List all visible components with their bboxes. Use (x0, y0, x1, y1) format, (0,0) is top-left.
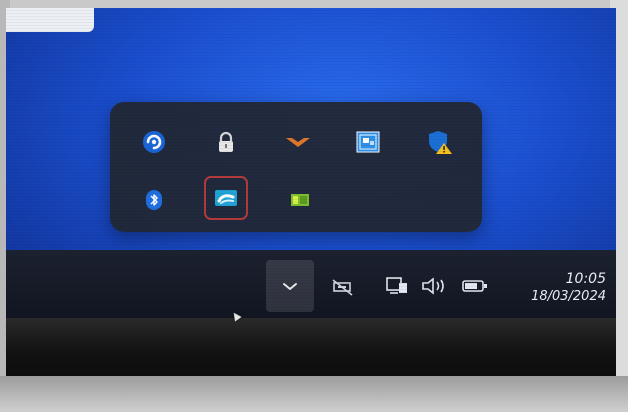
remote-desktop-icon[interactable] (204, 176, 248, 220)
photo-frame: 10:05 18/03/2024 (0, 0, 628, 412)
lock-icon[interactable] (208, 124, 244, 160)
clock-date: 18/03/2024 (531, 289, 606, 304)
clock-time: 10:05 (565, 271, 606, 287)
volume-icon[interactable] (418, 274, 450, 298)
monitor-bezel (6, 318, 616, 380)
desk-surface (0, 376, 628, 412)
battery-icon[interactable] (460, 276, 490, 296)
security-warning-shield-icon[interactable] (422, 124, 458, 160)
network-disconnected-icon[interactable] (330, 276, 356, 298)
graphics-card-icon[interactable] (282, 182, 318, 218)
ethernet-icon[interactable] (384, 274, 410, 298)
chevron-up-icon (281, 277, 299, 296)
corner-window (6, 8, 94, 32)
cloud-sync-icon[interactable] (136, 124, 172, 160)
display-settings-icon[interactable] (350, 124, 386, 160)
bluetooth-icon[interactable] (136, 182, 172, 218)
tray-overflow-flyout (110, 102, 482, 232)
taskbar: 10:05 18/03/2024 (6, 250, 616, 320)
taskbar-clock[interactable]: 10:05 18/03/2024 (531, 270, 606, 306)
show-hidden-icons-button[interactable] (266, 260, 314, 312)
wings-logo-icon[interactable] (280, 124, 316, 160)
desktop-screen: 10:05 18/03/2024 (6, 8, 616, 320)
